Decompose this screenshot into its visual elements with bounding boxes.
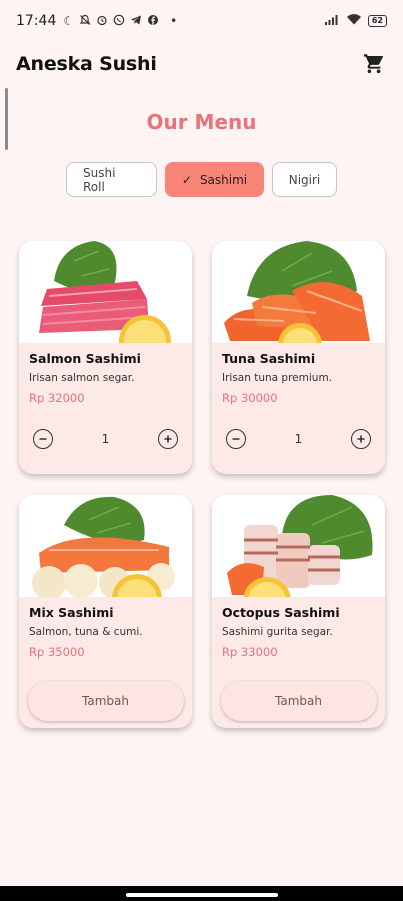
- alarm-icon: [96, 14, 108, 29]
- category-chips: Sushi Roll ✓ Sashimi Nigiri: [0, 162, 403, 197]
- quantity-stepper: 1: [19, 429, 192, 449]
- chip-label: Sushi Roll: [83, 165, 116, 194]
- chip-label: Sashimi: [199, 172, 248, 187]
- tuna-sashimi-image: [19, 241, 192, 343]
- plus-icon: [164, 435, 172, 443]
- increment-button[interactable]: [157, 429, 178, 449]
- add-to-cart-button[interactable]: Tambah: [27, 681, 184, 721]
- chip-label: Nigiri: [288, 172, 321, 187]
- notifications-off-icon: [79, 14, 91, 29]
- item-name: Mix Sashimi: [29, 605, 114, 620]
- battery-indicator: 62: [367, 15, 387, 27]
- whatsapp-icon: [113, 14, 125, 29]
- item-price: Rp 32000: [29, 391, 85, 405]
- app-title: Aneska Sushi: [16, 53, 157, 75]
- status-left: 17:44 ☾ •: [16, 13, 177, 29]
- facebook-icon: [147, 14, 159, 29]
- dot-icon: •: [170, 14, 178, 28]
- quantity-value: 1: [101, 432, 110, 446]
- decrement-button[interactable]: [33, 429, 53, 449]
- item-name: Salmon Sashimi: [29, 351, 141, 366]
- wifi-icon: [346, 13, 362, 29]
- moon-icon: ☾: [63, 14, 75, 28]
- item-name: Tuna Sashimi: [222, 351, 316, 366]
- card-body: Salmon Sashimi Irisan salmon segar. Rp 3…: [19, 343, 192, 405]
- minus-icon: [232, 438, 240, 440]
- status-time: 17:44: [16, 13, 57, 29]
- octopus-sashimi-image: [212, 495, 385, 597]
- item-description: Irisan tuna premium.: [222, 372, 333, 384]
- item-description: Sashimi gurita segar.: [222, 626, 333, 638]
- menu-card: Tuna Sashimi Irisan tuna premium. Rp 300…: [212, 241, 385, 474]
- quantity-stepper: 1: [212, 429, 385, 449]
- item-description: Irisan salmon segar.: [29, 372, 135, 384]
- chip-sashimi[interactable]: ✓ Sashimi: [165, 162, 264, 197]
- chip-sushi-roll[interactable]: Sushi Roll: [66, 162, 157, 197]
- signal-icon: [324, 13, 340, 29]
- card-body: Mix Sashimi Salmon, tuna & cumi. Rp 3500…: [19, 597, 192, 659]
- telegram-icon: [130, 14, 142, 29]
- item-description: Salmon, tuna & cumi.: [29, 626, 143, 638]
- card-body: Tuna Sashimi Irisan tuna premium. Rp 300…: [212, 343, 385, 405]
- menu-card: Mix Sashimi Salmon, tuna & cumi. Rp 3500…: [19, 495, 192, 728]
- section-title: Our Menu: [146, 110, 257, 134]
- cart-icon: [363, 54, 383, 74]
- cart-button[interactable]: [361, 51, 387, 77]
- menu-card: Octopus Sashimi Sashimi gurita segar. Rp…: [212, 495, 385, 728]
- card-body: Octopus Sashimi Sashimi gurita segar. Rp…: [212, 597, 385, 659]
- decrement-button[interactable]: [226, 429, 246, 449]
- item-name: Octopus Sashimi: [222, 605, 340, 620]
- salmon-sashimi-image: [212, 241, 385, 343]
- app-bar: Aneska Sushi: [0, 42, 403, 86]
- mix-sashimi-image: [19, 495, 192, 597]
- menu-card: Salmon Sashimi Irisan salmon segar. Rp 3…: [19, 241, 192, 474]
- increment-button[interactable]: [350, 429, 371, 449]
- chip-nigiri[interactable]: Nigiri: [272, 162, 337, 197]
- status-right: 62: [324, 13, 387, 29]
- item-price: Rp 30000: [222, 391, 278, 405]
- minus-icon: [39, 438, 47, 440]
- item-price: Rp 33000: [222, 645, 278, 659]
- add-to-cart-button[interactable]: Tambah: [220, 681, 377, 721]
- quantity-value: 1: [294, 432, 303, 446]
- check-icon: ✓: [181, 172, 192, 187]
- plus-icon: [357, 435, 365, 443]
- home-gesture-handle[interactable]: [126, 893, 278, 897]
- item-price: Rp 35000: [29, 645, 85, 659]
- status-bar: 17:44 ☾ • 62: [0, 0, 403, 42]
